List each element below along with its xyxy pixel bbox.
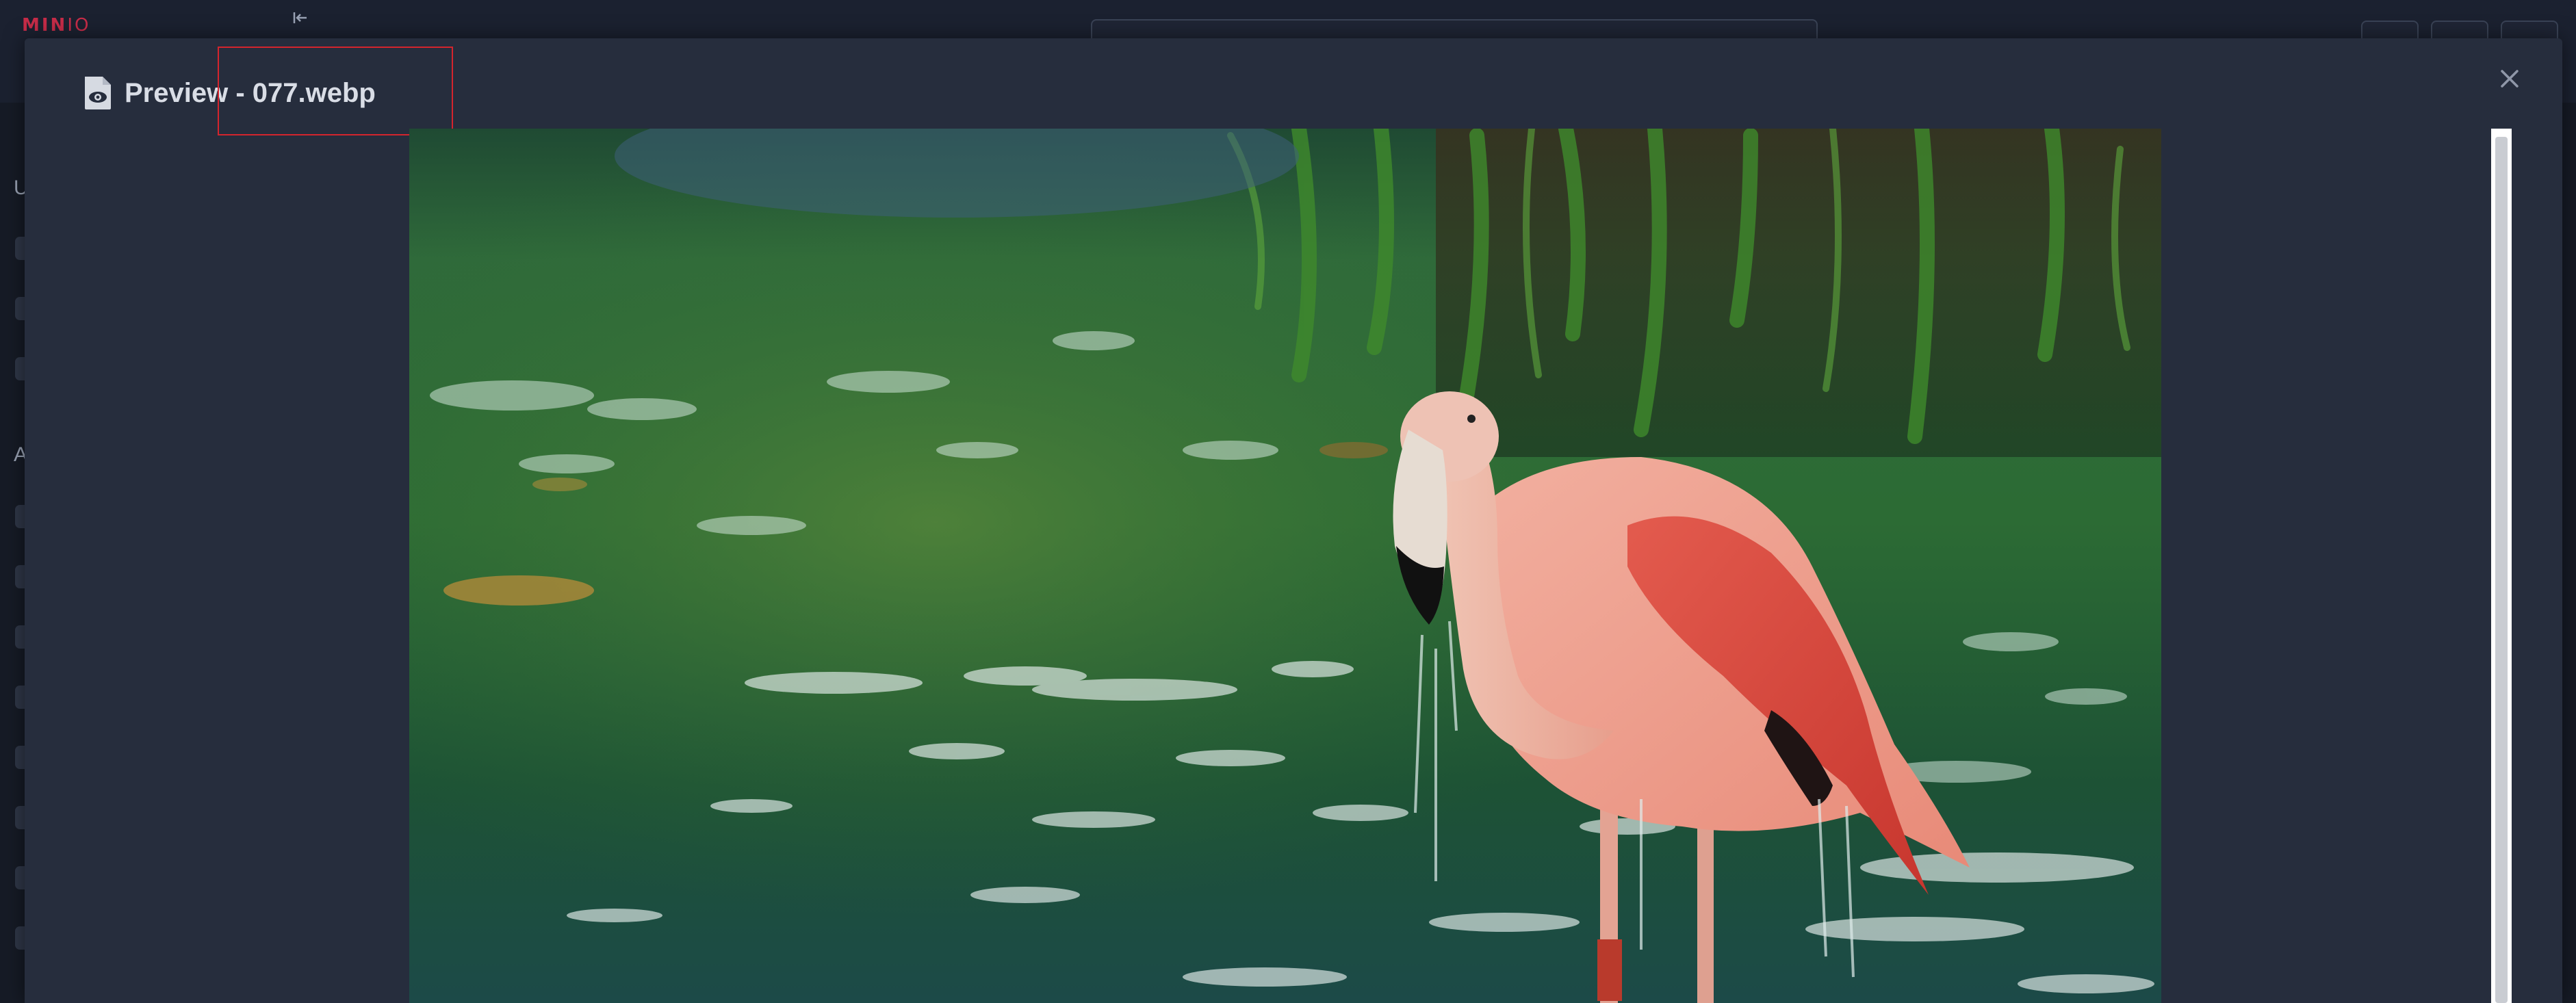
sidebar-item[interactable] [15,625,25,649]
logo-suffix: IO [67,15,91,36]
modal-header: Preview - 077.webp [25,38,2562,129]
sidebar-item[interactable] [15,505,25,528]
close-icon[interactable] [2491,60,2528,97]
logo-text: MIN [22,15,68,36]
preview-eye-icon [85,77,111,109]
sidebar-item[interactable] [15,357,25,380]
sidebar-item[interactable] [15,686,25,709]
image-preview [409,129,2161,1003]
scrollbar-thumb[interactable] [2495,137,2508,1003]
flamingo-image [409,129,2161,1003]
sidebar-item[interactable] [15,297,25,320]
sidebar-item[interactable] [15,746,25,769]
collapse-sidebar-icon[interactable] [290,8,309,27]
sidebar-item[interactable] [15,866,25,889]
sidebar-item[interactable] [15,806,25,829]
sidebar-item[interactable] [15,565,25,588]
sidebar-item[interactable] [15,926,25,950]
modal-title: Preview - 077.webp [125,78,376,108]
sidebar-item[interactable] [15,237,25,260]
minio-logo: MINIO [22,15,90,36]
